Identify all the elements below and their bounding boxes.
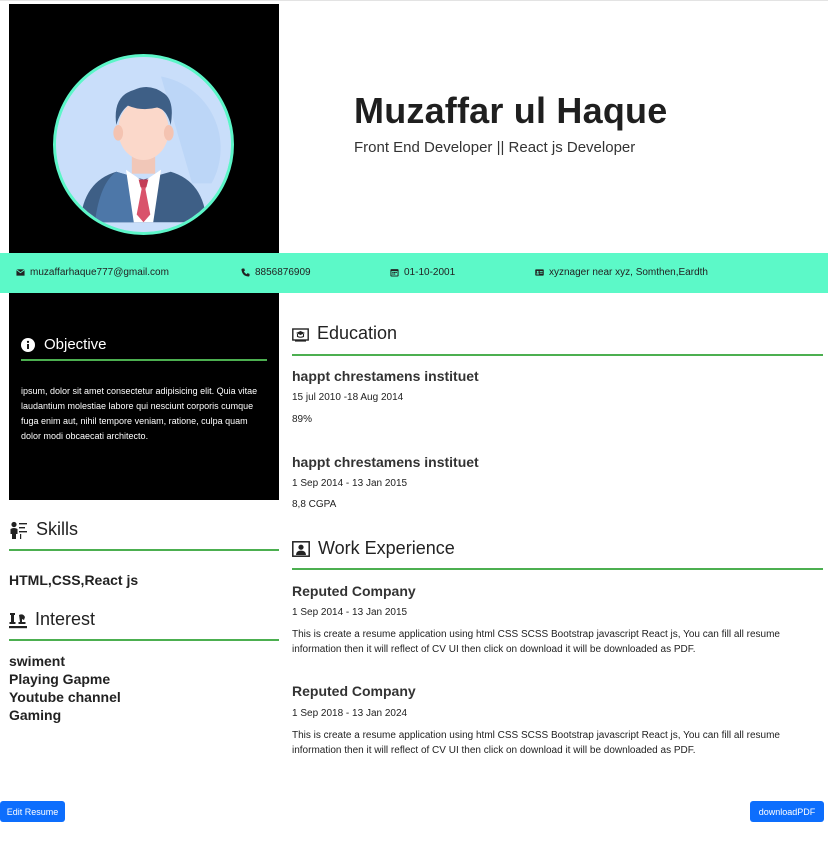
- chess-icon: [9, 612, 27, 628]
- objective-heading: Objective: [21, 336, 107, 353]
- objective-divider: [21, 359, 267, 361]
- interest-divider: [9, 639, 279, 641]
- education-score: 89%: [292, 414, 313, 425]
- experience-divider: [292, 568, 823, 570]
- experience-description: This is create a resume application usin…: [292, 629, 780, 655]
- portrait-icon: [292, 540, 310, 557]
- interest-list: swiment Playing Gapme Youtube channel Ga…: [9, 652, 121, 724]
- experience-dates: 1 Sep 2018 - 13 Jan 2024: [292, 708, 408, 719]
- calendar-icon: [390, 269, 399, 277]
- experience-description: This is create a resume application usin…: [292, 730, 780, 756]
- candidate-name: Muzaffar ul Haque: [354, 90, 668, 131]
- contact-address: xyznager near xyz, Somthen,Eardth: [535, 267, 708, 278]
- interest-item: Youtube channel: [9, 689, 121, 705]
- skills-heading-text: Skills: [36, 519, 79, 539]
- objective-heading-text: Objective: [44, 336, 107, 353]
- dob-text: 01-10-2001: [404, 267, 456, 278]
- education-dates: 1 Sep 2014 - 13 Jan 2015: [292, 478, 408, 489]
- phone-icon: [241, 268, 250, 277]
- experience-heading: Work Experience: [292, 538, 455, 559]
- education-heading: Education: [292, 323, 397, 344]
- photo-panel: [9, 4, 279, 253]
- experience-heading-text: Work Experience: [318, 538, 455, 558]
- candidate-title: Front End Developer || React js Develope…: [354, 139, 636, 156]
- education-dates: 15 jul 2010 -18 Aug 2014: [292, 392, 404, 403]
- interest-item: swiment: [9, 653, 66, 669]
- interest-item: Gaming: [9, 707, 62, 723]
- download-pdf-button[interactable]: downloadPDF: [750, 801, 824, 822]
- contact-email: muzaffarhaque777@gmail.com: [16, 267, 169, 278]
- experience-company: Reputed Company: [292, 583, 416, 599]
- experience-dates: 1 Sep 2014 - 13 Jan 2015: [292, 607, 408, 618]
- id-card-icon: [535, 269, 544, 276]
- contact-bar: muzaffarhaque777@gmail.com 8856876909 01…: [0, 253, 828, 293]
- education-divider: [292, 354, 823, 356]
- education-institute: happt chrestamens instituet: [292, 454, 479, 470]
- phone-text: 8856876909: [255, 267, 311, 278]
- experience-company: Reputed Company: [292, 683, 416, 699]
- objective-text: ipsum, dolor sit amet consectetur adipis…: [21, 386, 258, 441]
- skills-text: HTML,CSS,React js: [9, 572, 139, 588]
- address-text: xyznager near xyz, Somthen,Eardth: [549, 267, 708, 278]
- education-institute: happt chrestamens instituet: [292, 368, 479, 384]
- education-score: 8,8 CGPA: [292, 499, 337, 510]
- contact-dob: 01-10-2001: [390, 267, 455, 278]
- info-icon: [21, 337, 35, 352]
- interest-item: Playing Gapme: [9, 671, 111, 687]
- education-heading-text: Education: [317, 323, 398, 343]
- interest-heading-text: Interest: [35, 609, 96, 629]
- interest-heading: Interest: [9, 609, 95, 630]
- skills-divider: [9, 549, 279, 551]
- email-text: muzaffarhaque777@gmail.com: [30, 267, 169, 278]
- profile-avatar: [53, 54, 234, 235]
- envelope-icon: [16, 269, 25, 276]
- edit-resume-button[interactable]: Edit Resume: [0, 801, 65, 822]
- skills-heading: Skills: [9, 519, 78, 540]
- person-avatar-illustration: [56, 57, 231, 232]
- presenter-icon: [10, 521, 27, 539]
- graduation-icon: [292, 327, 309, 342]
- objective-panel: Objective ipsum, dolor sit amet consecte…: [9, 293, 279, 500]
- contact-phone: 8856876909: [241, 267, 311, 278]
